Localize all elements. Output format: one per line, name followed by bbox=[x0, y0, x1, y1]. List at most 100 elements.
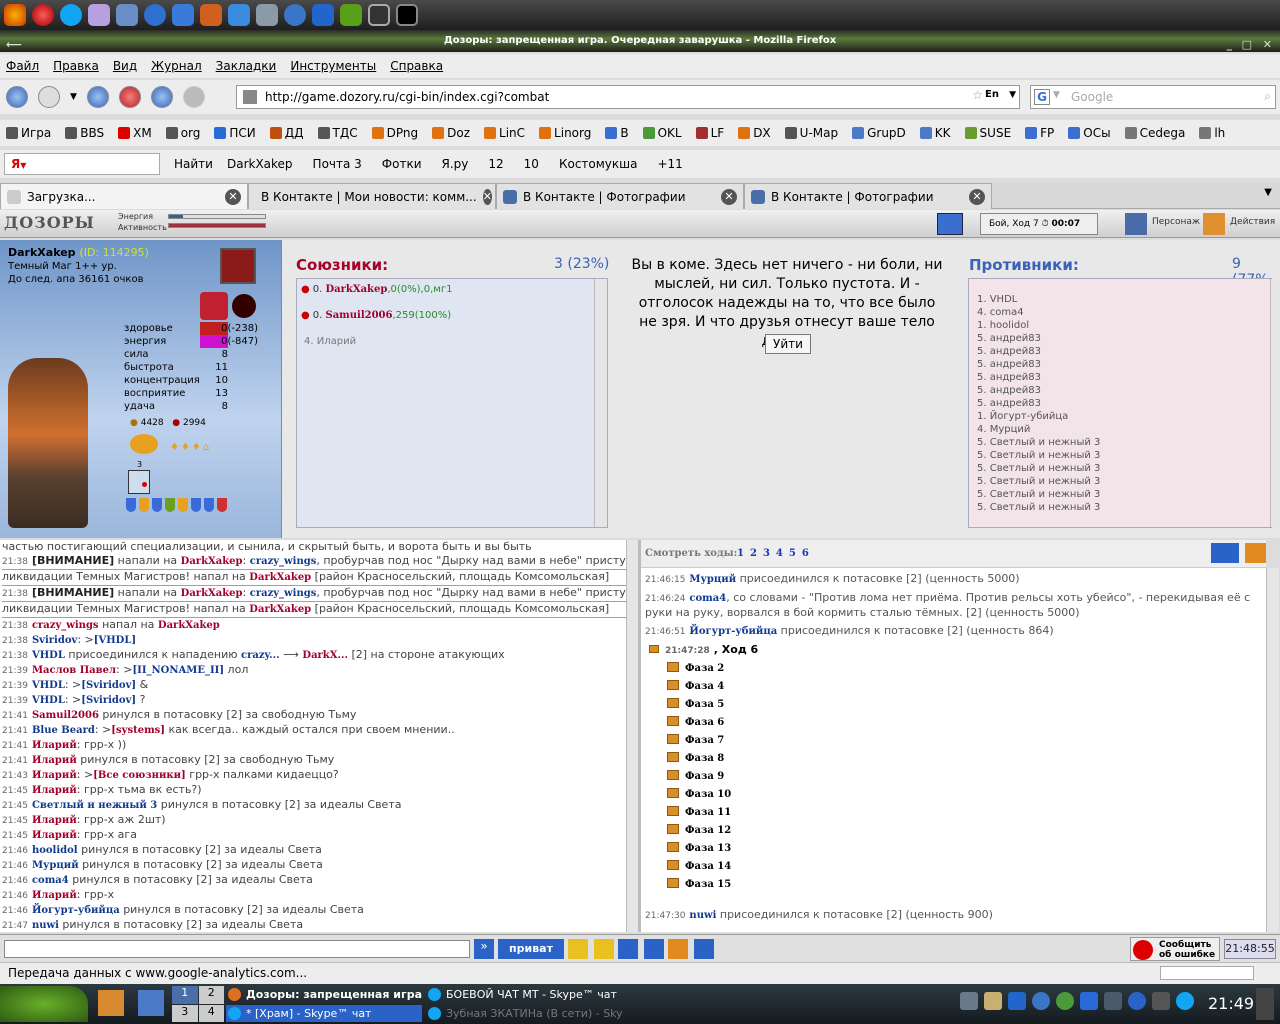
terminal-icon[interactable] bbox=[396, 4, 418, 26]
wrench-icon[interactable] bbox=[256, 4, 278, 26]
maximize-icon[interactable]: □ bbox=[1242, 34, 1252, 56]
chat-username[interactable]: Иларий bbox=[32, 740, 77, 751]
bookmark-item[interactable]: GrupD bbox=[852, 126, 906, 140]
tunic-icon[interactable] bbox=[130, 434, 158, 454]
bookmark-item[interactable]: ХМ bbox=[118, 126, 152, 140]
phase-item[interactable]: Фаза 8 bbox=[645, 750, 1262, 768]
bookmark-item[interactable]: Doz bbox=[432, 126, 470, 140]
bookmark-star-icon[interactable]: ☆ bbox=[972, 88, 983, 102]
chat-username[interactable]: [systems] bbox=[111, 725, 165, 736]
chat-username[interactable]: crazy_wings bbox=[250, 556, 317, 567]
ally-row[interactable]: ● 0. DarkXakep,0(0%),0,мг1 bbox=[297, 279, 607, 305]
yandex-item[interactable]: +11 bbox=[657, 157, 682, 171]
enemy-row[interactable]: 1. hoolidol bbox=[977, 319, 1271, 332]
chat-username[interactable]: Иларий bbox=[32, 755, 77, 766]
forward-icon[interactable] bbox=[38, 86, 60, 108]
menu-item[interactable]: Вид bbox=[113, 59, 137, 73]
home-icon[interactable] bbox=[150, 86, 173, 108]
chat-username[interactable]: Иларий bbox=[32, 770, 77, 781]
tab-close-icon[interactable]: ✕ bbox=[482, 188, 492, 205]
actions-link[interactable]: Действия bbox=[1230, 217, 1275, 227]
clan-emblem-icon[interactable] bbox=[220, 248, 256, 284]
phase-item[interactable]: Фаза 9 bbox=[645, 768, 1262, 786]
download-icon[interactable] bbox=[312, 4, 334, 26]
bookmark-item[interactable]: LF bbox=[695, 126, 724, 140]
bookmark-item[interactable]: В bbox=[605, 126, 629, 140]
chat-username[interactable]: DarkXakep bbox=[181, 588, 243, 599]
allies-scrollbar[interactable] bbox=[594, 279, 607, 527]
enemy-row[interactable]: 5. Светлый и нежный 3 bbox=[977, 475, 1271, 488]
enemies-scrollbar[interactable] bbox=[1270, 279, 1280, 527]
enemy-row[interactable]: 5. андрей83 bbox=[977, 397, 1271, 410]
chat-username[interactable]: [II_NONAME_II] bbox=[132, 665, 224, 676]
menu-item[interactable]: Файл bbox=[6, 59, 39, 73]
stop-icon[interactable] bbox=[118, 86, 141, 108]
phase-item[interactable]: Фаза 6 bbox=[645, 714, 1262, 732]
network-icon[interactable] bbox=[116, 4, 138, 26]
phase-item[interactable]: Фаза 7 bbox=[645, 732, 1262, 750]
log-username[interactable]: nuwi bbox=[689, 910, 716, 921]
bookmark-item[interactable]: ТДС bbox=[317, 126, 358, 140]
character-icon[interactable] bbox=[1125, 213, 1147, 235]
enemy-row[interactable]: 5. Светлый и нежный 3 bbox=[977, 501, 1271, 514]
chat-username[interactable]: VHDL bbox=[32, 695, 65, 706]
extension-icon[interactable] bbox=[182, 86, 205, 108]
chat-username[interactable]: Sviridov bbox=[32, 635, 77, 646]
report-error-button[interactable]: Сообщить об ошибке bbox=[1130, 937, 1220, 961]
bookmark-item[interactable]: LinC bbox=[484, 126, 525, 140]
bookmark-item[interactable]: SUSE bbox=[964, 126, 1011, 140]
ally-name[interactable]: Иларий bbox=[317, 336, 356, 347]
chat-username[interactable]: Иларий bbox=[32, 785, 77, 796]
enemy-row[interactable]: 4. Мурций bbox=[977, 423, 1271, 436]
editor-icon[interactable] bbox=[138, 990, 164, 1016]
enemy-row[interactable]: 4. coma4 bbox=[977, 306, 1271, 319]
log-username[interactable]: Йогурт-убийца bbox=[689, 626, 777, 637]
phase-item[interactable]: Фаза 14 bbox=[645, 858, 1262, 876]
taskbar-task[interactable]: Зубная ЗКАТИНа (В сети) - Skype bbox=[426, 1005, 622, 1022]
cursor-icon[interactable] bbox=[228, 4, 250, 26]
bittorrent-icon[interactable] bbox=[172, 4, 194, 26]
chat-username[interactable]: Йогурт-убийца bbox=[32, 905, 120, 916]
chat-username[interactable]: [Sviridov] bbox=[81, 680, 136, 691]
turn-link[interactable]: 1 bbox=[737, 548, 744, 559]
bookmark-item[interactable]: lh bbox=[1199, 126, 1225, 140]
bookmark-item[interactable]: U-Map bbox=[784, 126, 838, 140]
phase-item[interactable]: Фаза 10 bbox=[645, 786, 1262, 804]
tab-close-icon[interactable]: ✕ bbox=[721, 188, 737, 205]
ally-name[interactable]: Samuil2006 bbox=[325, 310, 392, 321]
turn-link[interactable]: 5 bbox=[789, 548, 796, 559]
phase-item[interactable]: Фаза 2 bbox=[645, 660, 1262, 678]
phase-item[interactable]: Фаза 13 bbox=[645, 840, 1262, 858]
private-button[interactable]: приват bbox=[498, 939, 564, 959]
menu-item[interactable]: Правка bbox=[53, 59, 99, 73]
rune-shield-icon[interactable] bbox=[126, 498, 136, 512]
bookmark-item[interactable]: BBS bbox=[65, 126, 104, 140]
bluetooth-icon[interactable] bbox=[1104, 992, 1122, 1010]
chat-username[interactable]: Светлый и нежный 3 bbox=[32, 800, 157, 811]
search-input[interactable]: G ▼ Google ⌕ bbox=[1030, 85, 1276, 109]
log-username[interactable]: Мурций bbox=[689, 574, 736, 585]
tab-close-icon[interactable]: ✕ bbox=[969, 188, 985, 205]
yandex-item[interactable]: Почта 3 bbox=[313, 157, 362, 171]
ally-row[interactable]: ● 0. Samuil2006,259(100%) bbox=[297, 305, 607, 331]
window-menu-icon[interactable]: ⟵ bbox=[6, 34, 22, 56]
chat-username[interactable]: VHDL bbox=[32, 680, 65, 691]
enemy-row[interactable]: 5. Светлый и нежный 3 bbox=[977, 436, 1271, 449]
chat-username[interactable]: DarkXakep bbox=[181, 556, 243, 567]
update-icon[interactable] bbox=[1128, 992, 1146, 1010]
back-icon[interactable] bbox=[6, 86, 28, 108]
character-avatar[interactable] bbox=[8, 358, 88, 528]
enemy-row[interactable]: 5. андрей83 bbox=[977, 358, 1271, 371]
yandex-item[interactable]: Я.ру bbox=[442, 157, 469, 171]
character-link[interactable]: Персонаж bbox=[1152, 217, 1200, 227]
rune-shield-icon[interactable] bbox=[204, 498, 214, 512]
menu-item[interactable]: Справка bbox=[390, 59, 443, 73]
bookmark-item[interactable]: ОСы bbox=[1068, 126, 1111, 140]
workspace-button[interactable]: 1 bbox=[172, 986, 198, 1004]
workspace-button[interactable]: 3 bbox=[172, 1004, 198, 1022]
phase-item[interactable]: Фаза 4 bbox=[645, 678, 1262, 696]
chat-username[interactable]: Иларий bbox=[32, 815, 77, 826]
nvidia-icon[interactable] bbox=[340, 4, 362, 26]
menu-item[interactable]: Журнал bbox=[151, 59, 202, 73]
chat-username[interactable]: Маслов Павел bbox=[32, 665, 116, 676]
